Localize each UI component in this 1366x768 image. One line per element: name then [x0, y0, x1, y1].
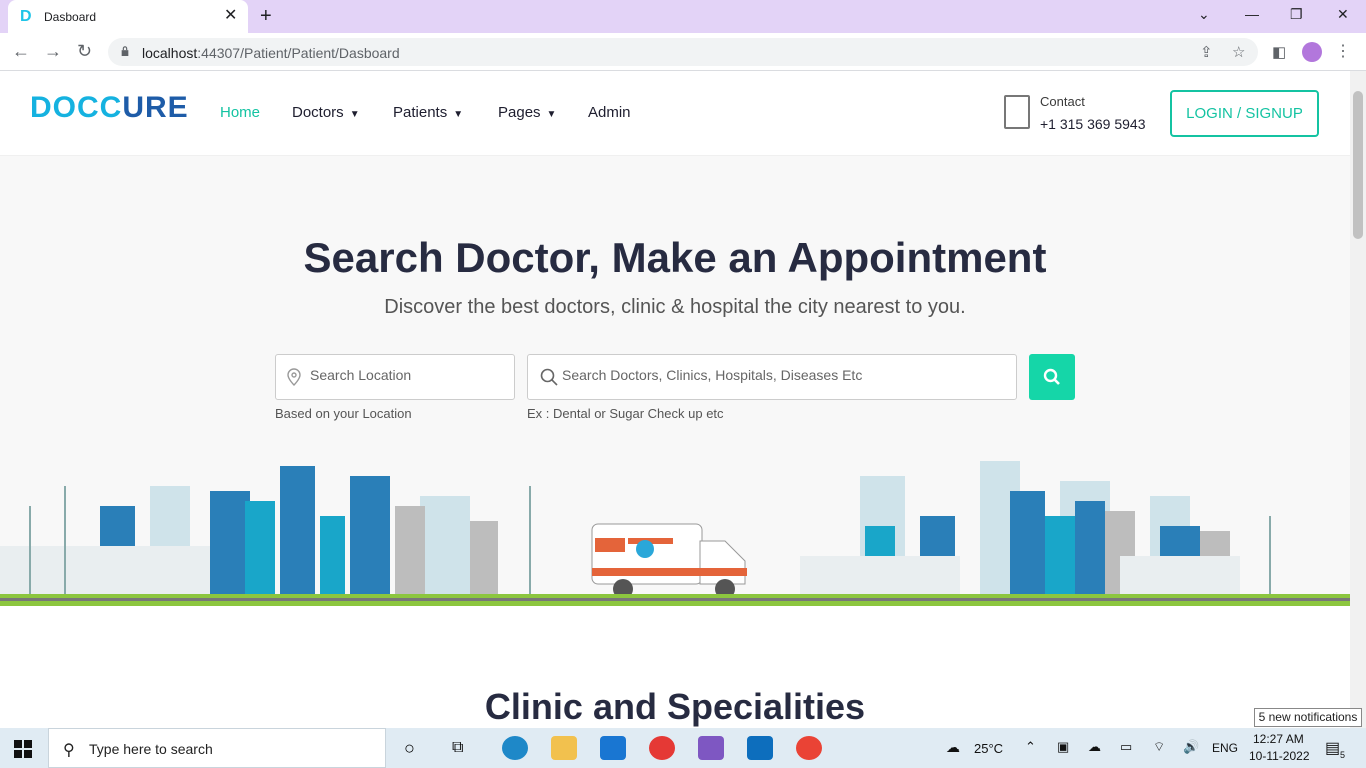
side-panel-icon[interactable]: ◧ [1272, 43, 1286, 61]
hero-section: Search Doctor, Make an Appointment Disco… [0, 156, 1350, 606]
profile-avatar-icon[interactable] [1302, 42, 1322, 62]
reload-icon[interactable]: ↻ [77, 41, 92, 61]
chevron-down-icon: ▼ [349, 109, 360, 120]
tab-title: Dasboard [44, 10, 97, 24]
chevron-down-icon: ▼ [453, 109, 464, 120]
visual-studio-icon[interactable] [698, 736, 724, 760]
show-hidden-icons-icon[interactable]: ⌃ [1025, 739, 1036, 755]
url-text: localhost:44307/Patient/Patient/Dasboard [142, 45, 400, 61]
url-field[interactable]: localhost:44307/Patient/Patient/Dasboard… [108, 38, 1258, 66]
mail-icon[interactable] [600, 736, 626, 760]
login-signup-button[interactable]: LOGIN / SIGNUP [1170, 90, 1319, 137]
new-tab-icon[interactable]: + [260, 6, 272, 26]
cortana-icon[interactable]: ○ [404, 736, 430, 760]
wifi-icon[interactable]: ⌔ [1153, 739, 1165, 755]
search-button[interactable] [1029, 354, 1075, 400]
language-indicator[interactable]: ENG [1212, 741, 1238, 755]
restore-icon[interactable]: ❐ [1290, 6, 1303, 23]
edge-browser-icon[interactable] [502, 736, 528, 760]
device-icon[interactable]: ▣ [1057, 739, 1069, 755]
task-view-icon[interactable]: ⧉ [452, 736, 478, 760]
clock-time[interactable]: 12:27 AM [1253, 732, 1304, 746]
browser-tab[interactable]: D Dasboard ✕ [8, 0, 248, 33]
contact-phone: +1 315 369 5943 [1040, 116, 1146, 132]
onedrive-icon[interactable]: ☁ [1088, 739, 1101, 755]
chrome-profile-icon[interactable] [796, 736, 822, 760]
doctor-search-input[interactable] [562, 367, 1002, 383]
browser-menu-icon[interactable]: ⋮ [1335, 41, 1351, 61]
windows-start-icon[interactable] [14, 740, 32, 758]
search-icon [1043, 368, 1060, 385]
chrome-icon[interactable] [649, 736, 675, 760]
notification-popup[interactable]: 5 new notifications [1254, 708, 1362, 727]
clock-date[interactable]: 10-11-2022 [1249, 749, 1310, 763]
map-pin-icon [287, 368, 301, 386]
page-scrollbar[interactable] [1350, 71, 1366, 728]
site-logo[interactable]: DOCCURE [30, 91, 189, 125]
doctor-search-box [527, 354, 1017, 400]
taskbar-search-box[interactable]: ⚲ Type here to search [48, 728, 386, 768]
temperature[interactable]: 25°C [974, 741, 1003, 756]
share-icon[interactable]: ⇪ [1200, 43, 1213, 61]
close-window-icon[interactable]: ✕ [1337, 6, 1349, 23]
nav-admin[interactable]: Admin [588, 104, 631, 121]
notification-count: 5 [1340, 750, 1346, 760]
lock-icon [121, 46, 129, 56]
search-icon [540, 368, 558, 386]
windows-taskbar: ⚲ Type here to search ○ ⧉ ☁ 25°C ⌃ ▣ ☁ ▭… [0, 728, 1366, 768]
minimize-icon[interactable]: — [1245, 6, 1259, 22]
hero-title: Search Doctor, Make an Appointment [303, 234, 1047, 281]
search-hint: Ex : Dental or Sugar Check up etc [527, 406, 724, 421]
contact-label: Contact [1040, 94, 1085, 109]
nav-doctors[interactable]: Doctors ▼ [292, 104, 360, 121]
bookmark-star-icon[interactable]: ☆ [1232, 43, 1245, 61]
specialities-title: Clinic and Specialities [484, 686, 866, 727]
address-bar-row: ← → ↻ localhost:44307/Patient/Patient/Da… [0, 33, 1366, 71]
close-tab-icon[interactable]: ✕ [224, 8, 237, 24]
action-center-icon[interactable]: ▤ [1325, 738, 1340, 758]
site-favicon-icon: D [20, 8, 32, 25]
forward-icon[interactable]: → [44, 41, 62, 61]
taskbar-search-text: Type here to search [89, 741, 213, 757]
hero-subtitle: Discover the best doctors, clinic & hosp… [384, 296, 966, 318]
nav-patients[interactable]: Patients ▼ [393, 104, 463, 121]
location-search-box [275, 354, 515, 400]
battery-icon[interactable]: ▭ [1120, 739, 1132, 755]
hospital-building-icon [1004, 95, 1030, 129]
web-page: DOCCURE Home Doctors ▼ Patients ▼ Pages ▼ A… [0, 71, 1350, 728]
chevron-down-icon: ▼ [546, 109, 557, 120]
file-explorer-icon[interactable] [551, 736, 577, 760]
search-icon: ⚲ [63, 742, 75, 759]
nav-pages[interactable]: Pages ▼ [498, 104, 556, 121]
weather-icon[interactable]: ☁ [946, 739, 960, 756]
city-skyline-illustration [0, 461, 1350, 606]
nav-home[interactable]: Home [220, 104, 260, 121]
location-hint: Based on your Location [275, 406, 412, 421]
volume-icon[interactable]: 🔊 [1183, 739, 1199, 755]
scrollbar-thumb[interactable] [1353, 91, 1363, 239]
tab-search-icon[interactable]: ⌄ [1198, 6, 1210, 23]
back-icon[interactable]: ← [12, 41, 30, 61]
browser-tab-strip: D Dasboard ✕ + ⌄ — ❐ ✕ [0, 0, 1366, 33]
site-header: DOCCURE Home Doctors ▼ Patients ▼ Pages ▼ A… [0, 71, 1350, 156]
location-input[interactable] [310, 367, 500, 383]
media-player-icon[interactable] [747, 736, 773, 760]
